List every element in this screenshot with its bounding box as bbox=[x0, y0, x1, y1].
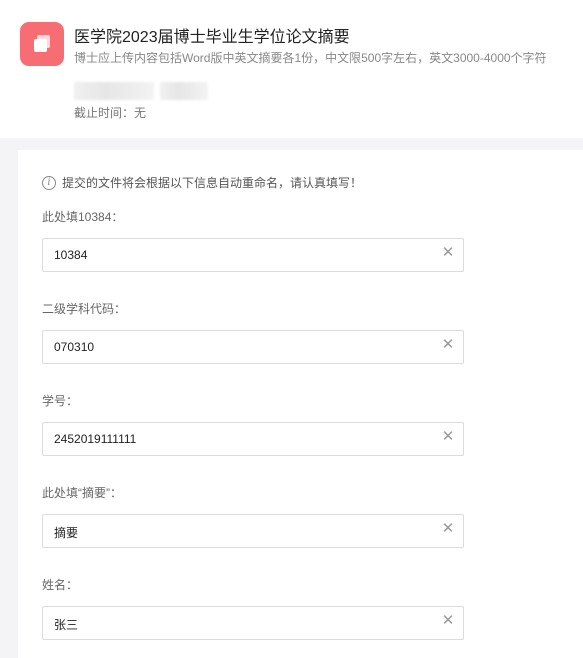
clear-icon[interactable]: ✕ bbox=[441, 613, 455, 628]
side-gutter bbox=[0, 150, 18, 658]
field-label-name: 姓名： bbox=[42, 578, 79, 592]
abstract-input[interactable]: 摘要 ✕ bbox=[42, 514, 464, 548]
clear-icon[interactable]: ✕ bbox=[441, 429, 455, 444]
field-value: 2452019111111 bbox=[54, 432, 137, 446]
student-id-input[interactable]: 2452019111111 ✕ bbox=[42, 422, 464, 456]
deadline-text: 截止时间：无 bbox=[74, 106, 147, 120]
field-value: 摘要 bbox=[54, 526, 79, 540]
field-10384-input[interactable]: 10384 ✕ bbox=[42, 238, 464, 272]
rename-form: i 提交的文件将会根据以下信息自动重命名，请认真填写！ 此处填10384： 10… bbox=[18, 150, 583, 658]
redacted-block bbox=[74, 82, 154, 100]
field-value: 10384 bbox=[54, 248, 88, 262]
task-header: 医学院2023届博士毕业生学位论文摘要 博士应上传内容包括Word版中英文摘要各… bbox=[0, 0, 583, 138]
notice-text: 提交的文件将会根据以下信息自动重命名，请认真填写！ bbox=[62, 176, 363, 190]
field-value: 070310 bbox=[54, 340, 95, 354]
field-label-student-id: 学号： bbox=[42, 394, 79, 408]
info-icon: i bbox=[42, 175, 56, 190]
clear-icon[interactable]: ✕ bbox=[441, 245, 455, 260]
clear-icon[interactable]: ✕ bbox=[441, 337, 455, 352]
field-label-abstract: 此处填“摘要”： bbox=[42, 486, 122, 500]
section-divider bbox=[0, 138, 583, 150]
clear-icon[interactable]: ✕ bbox=[441, 521, 455, 536]
field-value: 张三 bbox=[54, 618, 79, 632]
field-label-10384: 此处填10384： bbox=[42, 210, 124, 224]
page-subtitle: 博士应上传内容包括Word版中英文摘要各1份，中文限500字左右，英文3000-… bbox=[74, 51, 547, 65]
notice: i 提交的文件将会根据以下信息自动重命名，请认真填写！ bbox=[42, 174, 362, 191]
field-label-subject-code: 二级学科代码： bbox=[42, 302, 127, 316]
page-title: 医学院2023届博士毕业生学位论文摘要 bbox=[74, 29, 350, 46]
redacted-block bbox=[160, 82, 208, 100]
name-input[interactable]: 张三 ✕ bbox=[42, 606, 464, 640]
subject-code-input[interactable]: 070310 ✕ bbox=[42, 330, 464, 364]
folder-icon bbox=[20, 22, 64, 66]
